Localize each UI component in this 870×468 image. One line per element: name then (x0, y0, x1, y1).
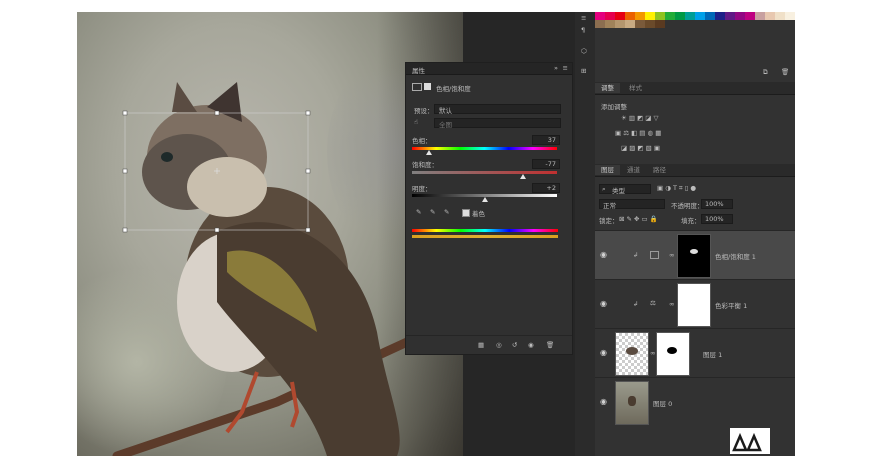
tab-channels[interactable]: 通道 (621, 165, 646, 175)
adjustment-icon (412, 83, 422, 91)
watermark-logo (730, 428, 770, 454)
hue-label: 色相： (412, 137, 432, 145)
hand-tool-icon[interactable]: ☝ (414, 118, 418, 126)
hue-saturation-icon (650, 251, 659, 259)
lightness-value: +2 (546, 184, 556, 192)
fill-label: 填充： (681, 217, 701, 225)
layer-name: 图层 1 (703, 351, 723, 359)
filter-icons[interactable]: ▣ ◑ T ⌗ ▯ ● (657, 184, 696, 193)
add-adjustment-label: 添加调整 (601, 103, 627, 111)
search-icon: ⌕ (602, 185, 606, 193)
properties-footer: ▦ ◎ ↺ ◉ 🗑 (406, 335, 572, 355)
hue-field[interactable]: 37 (532, 135, 560, 145)
saturation-field[interactable]: -77 (532, 159, 560, 169)
eye-icon[interactable]: ◉ (600, 250, 607, 259)
tab-styles[interactable]: 样式 (623, 83, 648, 93)
saturation-slider-thumb[interactable] (520, 174, 526, 179)
eyedropper-icon[interactable]: ✎ (416, 208, 421, 216)
trash-icon[interactable]: 🗑 (546, 341, 554, 349)
reset-icon[interactable]: ↺ (512, 341, 517, 349)
clip-arrow-icon: ↲ (633, 251, 639, 259)
lock-label: 锁定： (599, 217, 619, 225)
hue-slider-thumb[interactable] (426, 150, 432, 155)
eye-icon[interactable]: ◉ (600, 348, 607, 357)
saturation-slider[interactable] (412, 171, 557, 174)
mask-icon[interactable] (424, 83, 431, 90)
collapse-icon[interactable]: » (554, 64, 558, 72)
lightness-slider-thumb[interactable] (482, 197, 488, 202)
clip-arrow-icon: ↲ (633, 300, 639, 308)
tab-layers[interactable]: 图层 (595, 165, 620, 175)
eye-icon[interactable]: ◉ (600, 397, 607, 406)
panel-menu-icon[interactable]: ≡ (563, 64, 568, 72)
properties-panel[interactable]: 属性 » ≡ 色相/饱和度 预设： 默认 ☝ 全图 色相： 37 饱和度： -7… (405, 62, 573, 355)
eyedropper-plus-icon[interactable]: ✎ (430, 208, 435, 216)
tab-adjustments[interactable]: 调整 (595, 83, 620, 93)
tab-paths[interactable]: 路径 (647, 165, 672, 175)
layer-row[interactable]: ◉ ↲ ∞ 色相/饱和度 1 (595, 230, 795, 280)
layer-name: 色相/饱和度 1 (715, 253, 756, 261)
hue-spectrum-input (412, 229, 558, 232)
opacity-label: 不透明度： (671, 202, 704, 210)
eye-icon[interactable]: ◉ (600, 299, 607, 308)
kind-filter-select[interactable]: ⌕ 类型 (599, 184, 651, 195)
blend-mode-value: 正常 (603, 202, 616, 210)
3d-icon[interactable]: ⬡ (581, 47, 587, 55)
colorize-checkbox[interactable] (462, 209, 470, 217)
adjustment-name: 色相/饱和度 (436, 85, 471, 93)
hue-value: 37 (547, 136, 556, 144)
adjustments-tabs: 调整 样式 (595, 82, 795, 95)
properties-dock-icon[interactable]: ⊞ (581, 67, 586, 75)
lightness-label: 明度： (412, 185, 432, 193)
opacity-field[interactable]: 100% (701, 199, 733, 209)
saturation-label: 饱和度： (412, 161, 438, 169)
colorize-label: 着色 (472, 210, 485, 218)
channel-select[interactable]: 全图 (434, 118, 561, 129)
preset-value: 默认 (439, 107, 452, 115)
preset-label: 预设： (414, 107, 434, 115)
layer-row[interactable]: ◉ ∞ 图层 1 (595, 328, 795, 378)
layer-row[interactable]: ◉ ↲ ⚖ ∞ 色彩平衡 1 (595, 279, 795, 329)
view-previous-icon[interactable]: ◎ (496, 341, 502, 349)
right-panel: ⧉ 🗑 调整 样式 添加调整 ☀ ▥ ◩ ◪ ▽ ▣ ⚖ ◧ ▤ ◍ ▦ ◪ ▨… (595, 12, 795, 456)
adjustment-icons-row-1[interactable]: ☀ ▥ ◩ ◪ ▽ (621, 114, 659, 122)
kind-filter-value: 类型 (612, 187, 625, 195)
lightness-field[interactable]: +2 (532, 183, 560, 193)
opacity-value: 100% (705, 200, 724, 208)
new-icon[interactable]: ⧉ (763, 68, 768, 77)
layer-name: 图层 0 (653, 400, 673, 408)
hue-slider[interactable] (412, 147, 557, 150)
saturation-value: -77 (545, 160, 556, 168)
preset-select[interactable]: 默认 (434, 104, 561, 115)
blend-mode-select[interactable]: 正常 (599, 199, 665, 210)
lock-icons[interactable]: ⊠ ✎ ✥ ▭ 🔒 (619, 215, 658, 223)
fill-field[interactable]: 100% (701, 214, 733, 224)
link-icon: ∞ (669, 300, 675, 308)
layer-mask-thumbnail[interactable] (677, 283, 711, 327)
adjustment-icons-row-3[interactable]: ◪ ▨ ◩ ▧ ▣ (621, 144, 660, 152)
layer-name: 色彩平衡 1 (715, 302, 748, 310)
properties-title: 属性 (412, 67, 425, 75)
layer-thumbnail[interactable] (615, 381, 649, 425)
visibility-icon[interactable]: ◉ (528, 341, 534, 349)
swatches[interactable] (595, 12, 795, 28)
dock-icon-1[interactable]: ≡ (581, 14, 586, 22)
eyedropper-minus-icon[interactable]: ✎ (444, 208, 449, 216)
link-icon: ∞ (650, 349, 656, 357)
clip-to-layer-icon[interactable]: ▦ (478, 341, 484, 349)
layer-mask-thumbnail[interactable] (677, 234, 711, 278)
hue-spectrum-output (412, 235, 558, 238)
panel-dock: ≡ ¶ ⬡ ⊞ (575, 12, 596, 456)
adjustment-icons-row-2[interactable]: ▣ ⚖ ◧ ▤ ◍ ▦ (615, 129, 661, 137)
link-icon: ∞ (669, 251, 675, 259)
delete-icon[interactable]: 🗑 (781, 68, 789, 76)
layer-mask-thumbnail[interactable] (656, 332, 690, 376)
layers-tabs: 图层 通道 路径 (595, 164, 795, 177)
layer-row[interactable]: ◉ 图层 0 (595, 377, 795, 428)
color-balance-icon: ⚖ (650, 299, 656, 307)
fill-value: 100% (705, 215, 724, 223)
channel-value: 全图 (439, 121, 452, 129)
layer-thumbnail[interactable] (615, 332, 649, 376)
paragraph-icon[interactable]: ¶ (581, 26, 585, 34)
